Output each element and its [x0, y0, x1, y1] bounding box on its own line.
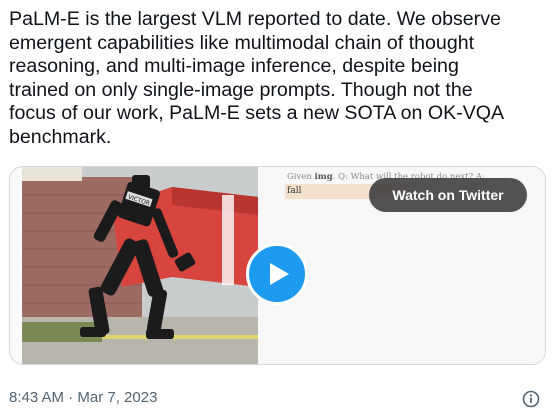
- tweet-text: PaLM-E is the largest VLM reported to da…: [9, 8, 549, 150]
- tweet-text-line: focus of our work, PaLM-E sets a new SOT…: [9, 102, 505, 125]
- tweet-text-line: emergent capabilities like multimodal ch…: [9, 31, 475, 54]
- watch-on-twitter-button[interactable]: Watch on Twitter: [369, 178, 527, 212]
- prompt-img-token: img: [314, 172, 333, 182]
- play-button[interactable]: [246, 243, 308, 305]
- info-icon[interactable]: [522, 390, 540, 408]
- robot-scene-illustration: VICTOR: [22, 167, 258, 364]
- tweet-text-line: PaLM-E is the largest VLM reported to da…: [9, 8, 501, 30]
- prompt-prefix: Given: [287, 172, 315, 182]
- tweet-timestamp[interactable]: 8:43 AM · Mar 7, 2023: [9, 389, 157, 406]
- video-thumbnail[interactable]: VICTOR: [22, 167, 258, 364]
- play-icon: [270, 263, 289, 285]
- tweet-text-line: reasoning, and multi-image inference, de…: [9, 55, 459, 78]
- tweet-text-line: benchmark.: [9, 125, 112, 148]
- tweet-text-line: trained on only single-image prompts. Th…: [9, 78, 473, 101]
